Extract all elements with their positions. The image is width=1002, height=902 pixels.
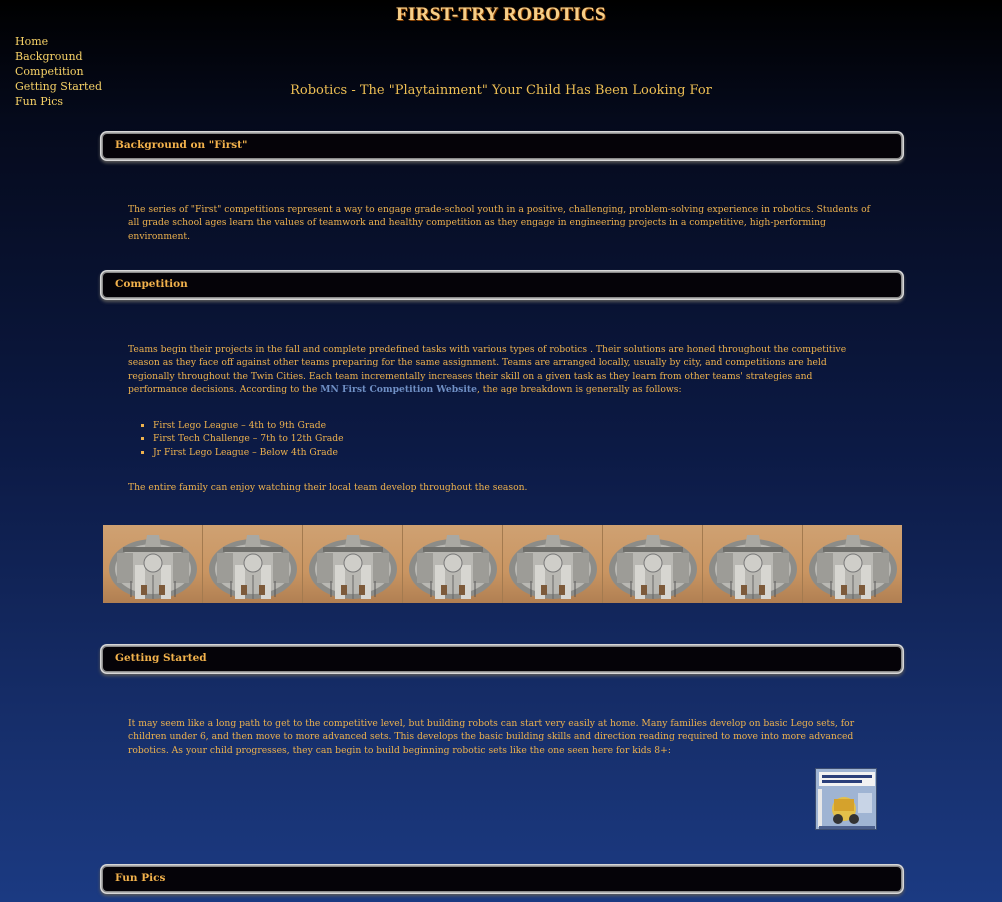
page-tagline: Robotics - The "Playtainment" Your Child… xyxy=(290,83,712,98)
section-header-background: Background on "First" xyxy=(103,134,901,158)
list-item: First Tech Challenge – 7th to 12th Grade xyxy=(153,432,344,445)
section-heading: Getting Started xyxy=(115,652,207,664)
lego-spaceship-photo xyxy=(803,525,902,603)
robotic-kit-image xyxy=(815,768,877,830)
nav-competition[interactable]: Competition xyxy=(15,64,102,79)
nav-background[interactable]: Background xyxy=(15,49,102,64)
lego-spaceship-photo xyxy=(603,525,703,603)
site-title: FIRST-TRY ROBOTICS xyxy=(396,4,606,25)
competition-paragraph: Teams begin their projects in the fall a… xyxy=(128,343,873,396)
competition-text-end: , the age breakdown is generally as foll… xyxy=(476,383,682,395)
mn-first-link[interactable]: MN First Competition Website xyxy=(320,384,477,395)
nav-home[interactable]: Home xyxy=(15,34,102,49)
lego-spaceship-photo xyxy=(703,525,803,603)
background-paragraph: The series of "First" competitions repre… xyxy=(128,204,870,242)
age-breakdown-list: First Lego League – 4th to 9th Grade Fir… xyxy=(128,419,344,459)
lego-photo-strip xyxy=(103,525,902,603)
lego-spaceship-photo xyxy=(403,525,503,603)
list-item: Jr First Lego League – Below 4th Grade xyxy=(153,446,344,459)
section-heading: Background on "First" xyxy=(115,139,248,151)
section-header-competition: Competition xyxy=(103,273,901,297)
robotic-kit-box-icon xyxy=(816,769,876,829)
list-item: First Lego League – 4th to 9th Grade xyxy=(153,419,344,432)
competition-closing: The entire family can enjoy watching the… xyxy=(128,482,528,493)
section-header-getting-started: Getting Started xyxy=(103,647,901,671)
lego-spaceship-photo xyxy=(303,525,403,603)
section-heading: Fun Pics xyxy=(115,872,166,884)
section-header-fun-pics: Fun Pics xyxy=(103,867,901,891)
getting-started-paragraph: It may seem like a long path to get to t… xyxy=(128,718,855,756)
lego-spaceship-photo xyxy=(503,525,603,603)
lego-spaceship-photo xyxy=(203,525,303,603)
lego-spaceship-photo xyxy=(103,525,203,603)
section-heading: Competition xyxy=(115,278,188,290)
